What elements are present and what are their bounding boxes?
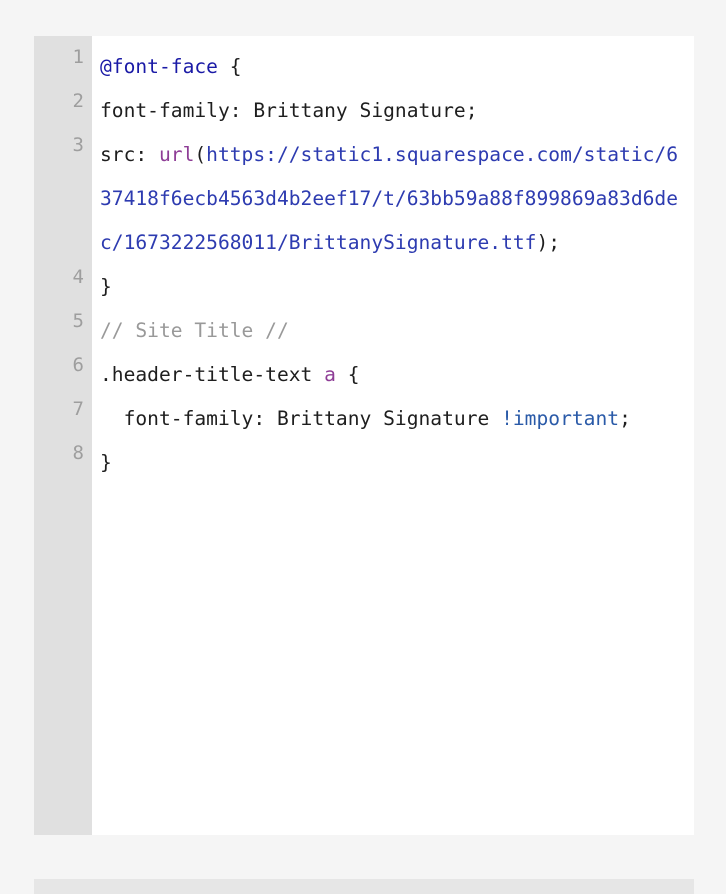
- code-text[interactable]: font-family: Brittany Signature;: [100, 89, 680, 133]
- code-line[interactable]: 3 src: url(https://static1.squarespace.co…: [34, 133, 694, 265]
- code-text[interactable]: src: url(https://static1.squarespace.com…: [100, 133, 680, 265]
- code-token-plain: (: [194, 143, 207, 166]
- code-lines[interactable]: 1 @font-face {2 font-family: Brittany Sign…: [34, 45, 694, 485]
- code-text[interactable]: }: [100, 441, 680, 485]
- code-token-plain: font-family: Brittany Signature: [100, 407, 502, 430]
- line-number: 2: [72, 90, 84, 112]
- line-number: 5: [72, 310, 84, 332]
- code-token-plain: src:: [100, 143, 159, 166]
- code-token-plain: );: [536, 231, 561, 254]
- code-token-plain: ;: [619, 407, 631, 430]
- code-text[interactable]: // Site Title //: [100, 309, 680, 353]
- code-text[interactable]: @font-face {: [100, 45, 680, 89]
- code-line[interactable]: 6 .header-title-text a {: [34, 353, 694, 397]
- line-number: 7: [72, 398, 84, 420]
- code-token-comment: // Site Title //: [100, 319, 289, 342]
- code-token-plain: {: [217, 55, 242, 78]
- code-line[interactable]: 8}: [34, 441, 694, 485]
- line-number: 4: [72, 266, 84, 288]
- code-token-plain: .header-title-text: [100, 363, 325, 386]
- code-token-plain: font-family: Brittany Signature;: [100, 99, 478, 122]
- code-text[interactable]: .header-title-text a {: [100, 353, 680, 397]
- code-token-plain: {: [335, 363, 360, 386]
- code-token-func: url: [158, 143, 195, 166]
- code-line[interactable]: 1 @font-face {: [34, 45, 694, 89]
- line-number: 6: [72, 354, 84, 376]
- code-token-plain: }: [100, 451, 112, 474]
- line-number: 1: [72, 46, 84, 68]
- code-editor[interactable]: 1 @font-face {2 font-family: Brittany Sign…: [34, 36, 694, 835]
- code-line[interactable]: 7 font-family: Brittany Signature !impor…: [34, 397, 694, 441]
- code-token-tag: a: [324, 363, 336, 386]
- line-number: 3: [72, 134, 84, 156]
- code-line[interactable]: 2 font-family: Brittany Signature;: [34, 89, 694, 133]
- code-token-atrule: @font-face: [100, 55, 218, 78]
- code-text[interactable]: font-family: Brittany Signature !importa…: [100, 397, 680, 441]
- code-token-important: !important: [501, 407, 620, 430]
- code-text[interactable]: }: [100, 265, 680, 309]
- code-token-plain: }: [100, 275, 112, 298]
- bottom-panel-edge: [34, 879, 694, 894]
- code-line[interactable]: 4}: [34, 265, 694, 309]
- line-number: 8: [72, 442, 84, 464]
- code-line[interactable]: 5 // Site Title //: [34, 309, 694, 353]
